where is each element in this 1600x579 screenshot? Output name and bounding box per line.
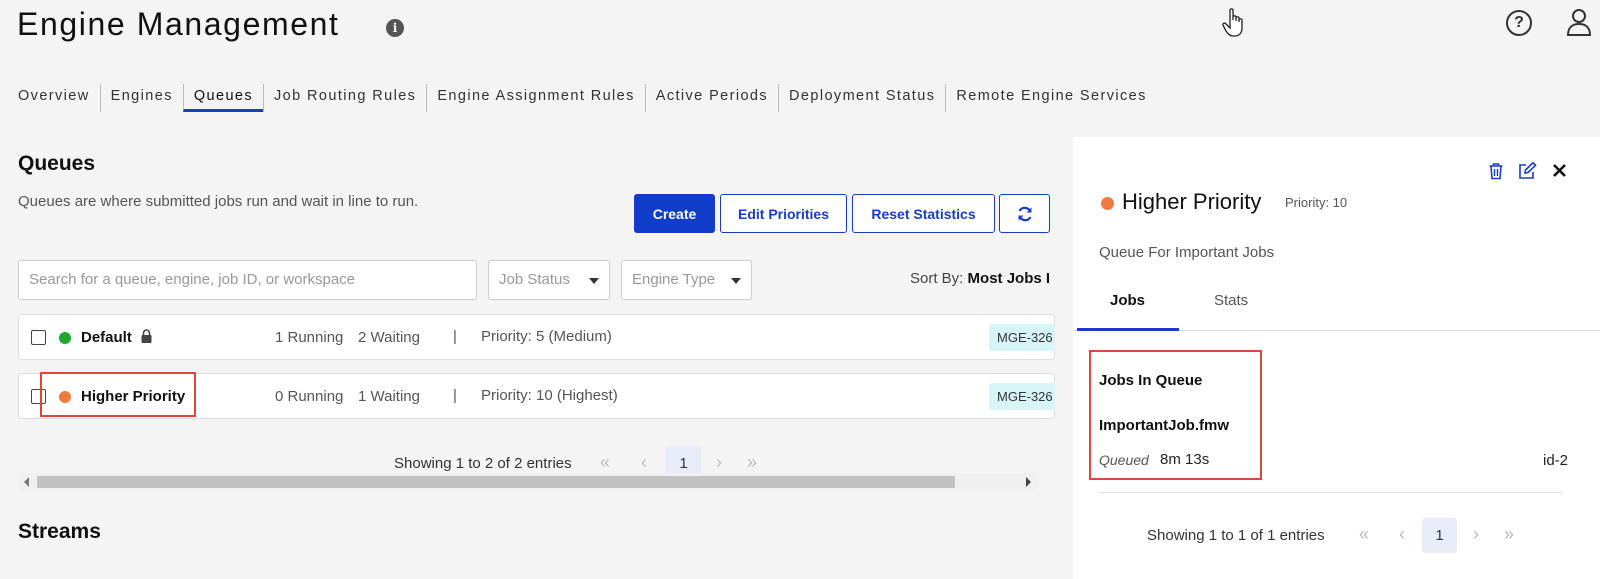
main-tabs: Overview Engines Queues Job Routing Rule… [18, 84, 1157, 114]
edit-icon[interactable] [1518, 161, 1537, 185]
search-input[interactable]: Search for a queue, engine, job ID, or w… [18, 260, 477, 300]
page-number[interactable]: 1 [1422, 518, 1457, 553]
last-page-icon[interactable]: » [747, 452, 757, 473]
queues-title: Queues [18, 152, 96, 175]
tab-remote-engine-services[interactable]: Remote Engine Services [945, 84, 1156, 112]
highlight-box [40, 372, 196, 417]
streams-title: Streams [18, 520, 101, 543]
chevron-down-icon [731, 278, 741, 284]
engine-type-filter[interactable]: Engine Type [621, 260, 752, 300]
status-dot-icon [59, 332, 71, 344]
queue-name: Default [81, 329, 153, 346]
panel-description: Queue For Important Jobs [1099, 244, 1275, 261]
scrollbar-thumb[interactable] [37, 476, 955, 488]
prev-page-icon[interactable]: ‹ [641, 452, 647, 473]
job-divider [1099, 492, 1563, 493]
job-id: id-2 [1543, 452, 1569, 469]
tab-job-routing-rules[interactable]: Job Routing Rules [263, 84, 426, 112]
waiting-count: 2 Waiting [358, 329, 420, 346]
first-page-icon[interactable]: « [1359, 524, 1369, 545]
info-icon[interactable]: i [386, 19, 404, 37]
tab-overview[interactable]: Overview [18, 84, 100, 112]
tab-engine-assignment-rules[interactable]: Engine Assignment Rules [426, 84, 644, 112]
running-count: 1 Running [275, 329, 344, 346]
panel-tab-stats[interactable]: Stats [1214, 292, 1248, 309]
hand-cursor-icon [1222, 8, 1246, 43]
queues-description: Queues are where submitted jobs run and … [18, 193, 419, 210]
chevron-down-icon [589, 278, 599, 284]
first-page-icon[interactable]: « [600, 452, 610, 473]
next-page-icon[interactable]: › [1473, 524, 1479, 545]
page-title: Engine Management [17, 6, 340, 42]
tab-queues[interactable]: Queues [182, 84, 264, 112]
engine-tag: MGE-326 [989, 383, 1055, 410]
queue-priority: Priority: 10 (Highest) [481, 387, 618, 404]
active-tab-indicator [1077, 328, 1179, 331]
reset-statistics-button[interactable]: Reset Statistics [852, 194, 995, 233]
waiting-count: 1 Waiting [358, 388, 420, 405]
row-separator: | [453, 328, 457, 345]
job-status-filter[interactable]: Job Status [488, 260, 610, 300]
tab-deployment-status[interactable]: Deployment Status [778, 84, 945, 112]
engine-type-filter-label: Engine Type [632, 271, 716, 288]
sort-by-control[interactable]: Sort By: Most Jobs I [910, 270, 1054, 287]
scroll-left-icon[interactable] [24, 477, 29, 487]
highlight-box [1089, 350, 1262, 480]
create-button[interactable]: Create [634, 194, 715, 233]
prev-page-icon[interactable]: ‹ [1399, 524, 1405, 545]
panel-title: Higher Priority [1122, 189, 1262, 214]
panel-tab-jobs[interactable]: Jobs [1110, 292, 1145, 309]
horizontal-scrollbar[interactable] [18, 473, 1037, 491]
tab-active-periods[interactable]: Active Periods [644, 84, 778, 112]
queue-row-default[interactable]: Default 1 Running 2 Waiting | Priority: … [18, 314, 1055, 360]
pagination-summary: Showing 1 to 2 of 2 entries [394, 455, 572, 472]
trash-icon[interactable] [1488, 162, 1504, 185]
status-dot-icon [1101, 197, 1114, 210]
close-icon[interactable] [1552, 163, 1567, 183]
panel-pagination-summary: Showing 1 to 1 of 1 entries [1147, 527, 1325, 544]
help-icon[interactable]: ? [1506, 10, 1532, 36]
lock-icon [141, 329, 152, 343]
refresh-button[interactable] [999, 194, 1050, 233]
row-separator: | [453, 387, 457, 404]
sort-by-label: Sort By: [910, 270, 964, 287]
panel-priority: Priority: 10 [1285, 195, 1348, 210]
scroll-right-icon[interactable] [1026, 477, 1031, 487]
refresh-icon [1017, 206, 1032, 221]
tab-engines[interactable]: Engines [99, 84, 183, 112]
edit-priorities-button[interactable]: Edit Priorities [720, 194, 847, 233]
job-status-filter-label: Job Status [499, 271, 570, 288]
sort-by-value: Most Jobs I [967, 270, 1051, 287]
running-count: 0 Running [275, 388, 344, 405]
next-page-icon[interactable]: › [716, 452, 722, 473]
queue-priority: Priority: 5 (Medium) [481, 328, 612, 345]
engine-tag: MGE-326 [989, 324, 1055, 351]
last-page-icon[interactable]: » [1504, 524, 1514, 545]
queue-detail-panel: Higher Priority Priority: 10 Queue For I… [1073, 137, 1600, 579]
row-checkbox[interactable] [31, 330, 46, 345]
user-profile-icon[interactable] [1566, 8, 1592, 41]
